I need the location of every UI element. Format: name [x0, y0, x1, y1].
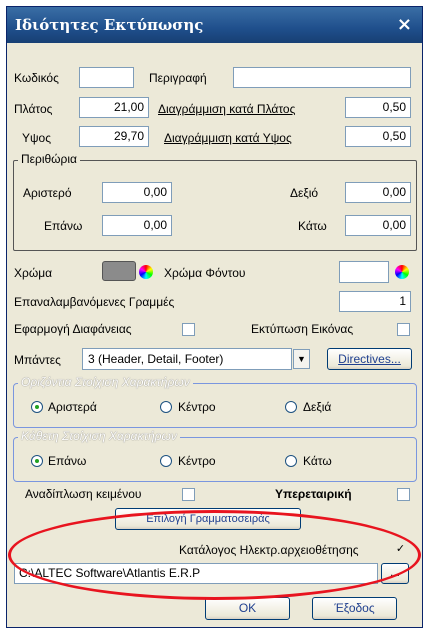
repeated-lines-label: Επαναλαμβανόμενες Γραμμές — [14, 295, 175, 309]
h-align-right-radio[interactable] — [285, 401, 297, 413]
archive-directory-label: Κατάλογος Ηλεκτρ.αρχειοθέτησης — [179, 543, 359, 557]
margin-top-label: Επάνω — [44, 219, 83, 233]
width-label: Πλάτος — [14, 102, 53, 116]
h-align-right-label: Δεξιά — [303, 400, 332, 414]
ok-button[interactable]: OK — [205, 597, 290, 620]
v-align-top-label: Επάνω — [48, 454, 87, 468]
margin-bottom-label: Κάτω — [298, 219, 327, 233]
v-align-bottom-label: Κάτω — [303, 454, 332, 468]
description-input[interactable] — [233, 67, 411, 88]
vertical-align-title: Κάθετη Στοίχιση Χαρακτήρων — [18, 429, 180, 443]
margin-left-input[interactable]: 0,00 — [102, 182, 172, 203]
close-icon[interactable]: × — [397, 7, 412, 43]
print-image-label: Εκτύπωση Εικόνας — [251, 322, 354, 336]
margin-right-label: Δεξιό — [290, 186, 319, 200]
height-label: Υψος — [22, 131, 52, 145]
color-label: Χρώμα — [14, 266, 53, 280]
h-align-left-radio[interactable] — [31, 401, 43, 413]
font-select-button[interactable]: Επιλογή Γραμματοσειράς — [115, 508, 301, 530]
h-align-center-label: Κέντρο — [178, 400, 216, 414]
background-color-swatch[interactable] — [339, 261, 389, 283]
browse-button[interactable]: ... — [381, 563, 409, 584]
superscript-checkbox[interactable] — [397, 488, 410, 501]
transparency-label: Εφαρμογή Διαφάνειας — [14, 322, 132, 336]
print-properties-dialog: Ιδιότητες Εκτύπωσης × Κωδικός Περιγραφή … — [6, 6, 423, 628]
exit-button[interactable]: Έξοδος — [312, 597, 397, 620]
width-ruling-input[interactable]: 0,50 — [345, 97, 411, 118]
code-label: Κωδικός — [14, 71, 59, 85]
background-color-label: Χρώμα Φόντου — [164, 266, 246, 280]
v-align-top-radio[interactable] — [31, 455, 43, 467]
v-align-center-radio[interactable] — [160, 455, 172, 467]
width-ruling-label: Διαγράμμιση κατά Πλάτος — [158, 102, 296, 116]
width-input[interactable]: 21,00 — [79, 97, 149, 118]
dialog-title: Ιδιότητες Εκτύπωσης — [15, 16, 204, 34]
word-wrap-checkbox[interactable] — [182, 488, 195, 501]
margin-bottom-input[interactable]: 0,00 — [345, 215, 411, 236]
h-align-center-radio[interactable] — [160, 401, 172, 413]
height-input[interactable]: 29,70 — [79, 126, 149, 147]
dialog-title-bar: Ιδιότητες Εκτύπωσης × — [7, 7, 422, 43]
h-align-left-label: Αριστερά — [48, 400, 97, 414]
directives-button[interactable]: Directives... — [327, 348, 412, 370]
code-input[interactable] — [79, 67, 134, 88]
margin-top-input[interactable]: 0,00 — [102, 215, 172, 236]
height-ruling-label: Διαγράμμιση κατά Υψος — [164, 131, 292, 145]
margin-right-input[interactable]: 0,00 — [345, 182, 411, 203]
color-swatch[interactable] — [102, 261, 136, 281]
chevron-down-icon[interactable]: ▼ — [293, 349, 310, 369]
horizontal-align-group: Οριζόντια Στοίχιση Χαρακτήρων Αριστερά Κ… — [13, 375, 417, 428]
transparency-checkbox[interactable] — [182, 323, 195, 336]
archive-path-input[interactable]: C:\ALTEC Software\Atlantis E.R.P — [14, 563, 378, 584]
sections-label: Μπάντες — [14, 353, 61, 367]
background-color-picker-icon[interactable] — [395, 265, 409, 279]
margins-group-title: Περιθώρια — [18, 152, 80, 166]
print-image-checkbox[interactable] — [397, 323, 410, 336]
height-ruling-input[interactable]: 0,50 — [345, 126, 411, 147]
superscript-label: Υπερεταιρική — [275, 487, 352, 501]
horizontal-align-title: Οριζόντια Στοίχιση Χαρακτήρων — [18, 375, 193, 389]
color-picker-icon[interactable] — [139, 265, 153, 279]
margins-group: Περιθώρια Αριστερό 0,00 Δεξιό 0,00 Επάνω… — [13, 152, 417, 251]
description-label: Περιγραφή — [149, 71, 207, 85]
margin-left-label: Αριστερό — [23, 186, 72, 200]
v-align-center-label: Κέντρο — [178, 454, 216, 468]
sections-select[interactable]: 3 (Header, Detail, Footer) — [82, 348, 292, 370]
repeated-lines-input[interactable]: 1 — [339, 291, 411, 312]
archive-directory-checkbox[interactable]: ✓ — [394, 544, 407, 557]
vertical-align-group: Κάθετη Στοίχιση Χαρακτήρων Επάνω Κέντρο … — [13, 429, 417, 482]
word-wrap-label: Αναδίπλωση κειμένου — [25, 487, 142, 501]
v-align-bottom-radio[interactable] — [285, 455, 297, 467]
